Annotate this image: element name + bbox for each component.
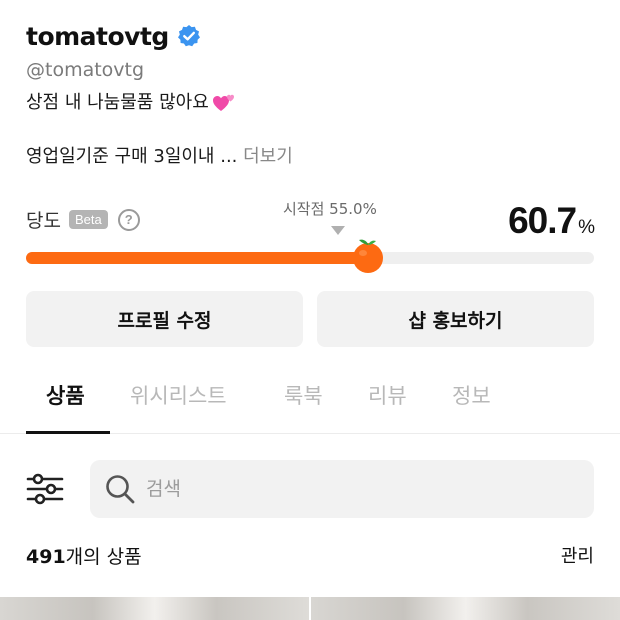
sweetness-meter: 당도 Beta ? 시작점 55.0% 60.7% [26,196,595,276]
two-hearts-icon [212,94,234,111]
product-thumbnail[interactable] [0,597,309,620]
start-point-marker-icon [331,226,345,235]
profile-section: tomatovtg @tomatovtg 상점 내 나눔물품 많아요 영업일기준… [26,18,594,170]
username-row: tomatovtg [26,18,594,54]
verified-badge-icon [177,25,200,47]
search-input[interactable] [146,478,526,500]
active-tab-indicator [26,431,110,434]
product-count-row: 491개의 상품 관리 [26,540,594,570]
sweetness-label-group: 당도 Beta ? [26,206,140,233]
tab-wishlist[interactable]: 위시리스트 [130,380,227,410]
search-box[interactable] [90,460,594,518]
action-buttons: 프로필 수정 샵 홍보하기 [26,291,594,347]
product-count-suffix: 개의 상품 [65,545,142,568]
read-more-link[interactable]: 더보기 [243,146,293,167]
tomato-icon [353,239,383,273]
beta-badge: Beta [68,210,108,229]
sweetness-progress-fill [26,252,371,264]
sweetness-progress-track [26,252,594,264]
help-icon[interactable]: ? [117,208,140,231]
shop-tabs: 상품 위시리스트 룩북 리뷰 정보 [0,364,620,434]
product-count-number: 491 [26,545,66,568]
product-count: 491개의 상품 [26,542,142,569]
product-grid [0,597,620,620]
tab-info[interactable]: 정보 [452,380,491,410]
sweetness-unit: % [578,217,595,238]
tab-reviews[interactable]: 리뷰 [368,380,407,410]
start-point-label: 시작점 55.0% [283,200,377,218]
user-handle: @tomatovtg [26,59,145,81]
shop-description: 영업일기준 구매 3일이내 ... 더보기 [26,144,594,170]
description-text: 영업일기준 구매 3일이내 ... [26,146,238,167]
tab-products[interactable]: 상품 [46,380,85,410]
manage-button[interactable]: 관리 [561,542,594,568]
bio-line: 상점 내 나눔물품 많아요 [26,90,594,116]
product-thumbnail[interactable] [311,597,620,620]
search-row [26,460,594,518]
sweetness-value: 60.7% [508,200,595,242]
tab-lookbook[interactable]: 룩북 [284,380,323,410]
sliders-icon[interactable] [26,470,64,508]
bio-text: 상점 내 나눔물품 많아요 [26,92,209,113]
search-icon [106,475,135,504]
sweetness-label: 당도 [26,210,61,232]
sweetness-number: 60.7 [508,200,577,241]
username: tomatovtg [26,21,169,51]
edit-profile-button[interactable]: 프로필 수정 [26,291,303,347]
promote-shop-button[interactable]: 샵 홍보하기 [317,291,594,347]
